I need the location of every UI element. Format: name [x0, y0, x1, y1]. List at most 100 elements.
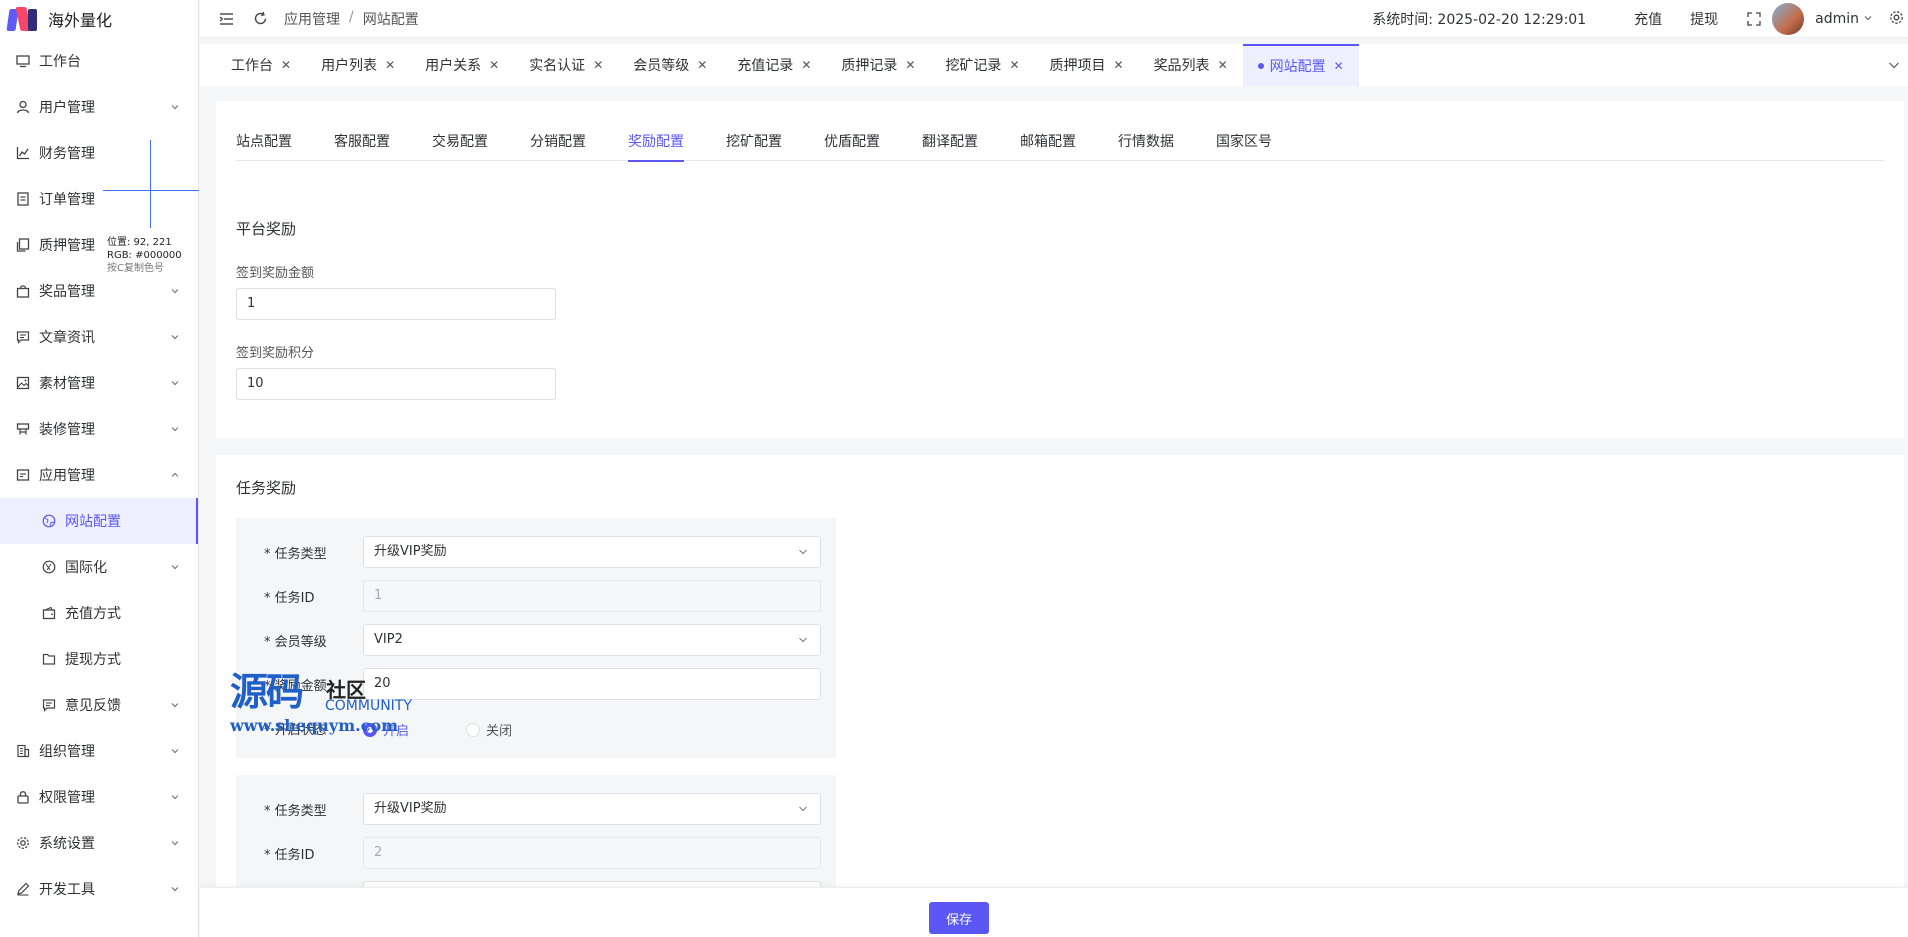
close-icon[interactable]: ✕ [385, 58, 395, 72]
sidebar-item-feedback[interactable]: 意见反馈 [0, 682, 198, 728]
task-type-select[interactable]: 升级VIP奖励 [363, 536, 821, 568]
menu-fold-icon[interactable] [218, 11, 234, 27]
save-button[interactable]: 保存 [929, 902, 989, 934]
tab-member-levels[interactable]: 会员等级 ✕ [618, 44, 722, 86]
signin-points-input[interactable]: 10 [236, 368, 556, 400]
sidebar-item-app-management[interactable]: 应用管理 [0, 452, 198, 498]
close-icon[interactable]: ✕ [1218, 58, 1228, 72]
chevron-down-icon[interactable] [1863, 13, 1873, 26]
subtab-email-config[interactable]: 邮箱配置 [1020, 131, 1076, 161]
sidebar-item-system-settings[interactable]: 系统设置 [0, 820, 198, 866]
sidebar-item-label: 财务管理 [39, 146, 95, 162]
refresh-icon[interactable] [252, 11, 268, 27]
member-level-select[interactable]: VIP2 [363, 624, 821, 656]
chart-icon [16, 146, 30, 160]
subtab-translation-config[interactable]: 翻译配置 [922, 131, 978, 161]
sidebar-item-recharge-methods[interactable]: 充值方式 [0, 590, 198, 636]
wallet-icon [42, 606, 56, 620]
close-icon[interactable]: ✕ [697, 58, 707, 72]
sidebar-item-decoration[interactable]: 装修管理 [0, 406, 198, 452]
close-icon[interactable]: ✕ [801, 58, 811, 72]
section-title-platform-reward: 平台奖励 [236, 220, 297, 238]
tab-mining-records[interactable]: 挖矿记录 ✕ [930, 44, 1034, 86]
tab-staking-records[interactable]: 质押记录 ✕ [826, 44, 930, 86]
username[interactable]: admin [1815, 11, 1859, 27]
sidebar-item-website-config[interactable]: 网站配置 [0, 498, 198, 544]
tab-workbench[interactable]: 工作台 ✕ [216, 44, 306, 86]
task-id-row: * 任务ID 1 [236, 580, 836, 612]
withdraw-link[interactable]: 提现 [1690, 9, 1718, 29]
chevron-down-icon [170, 424, 180, 434]
sidebar-item-label: 权限管理 [39, 790, 95, 806]
tabs-more-chevron-icon[interactable] [1880, 44, 1908, 86]
app-logo[interactable]: 海外量化 [0, 0, 198, 38]
pen-icon [16, 882, 30, 896]
close-icon[interactable]: ✕ [1334, 59, 1344, 73]
close-icon[interactable]: ✕ [1009, 58, 1019, 72]
subtab-trade-config[interactable]: 交易配置 [432, 131, 488, 161]
sidebar-item-workbench[interactable]: 工作台 [0, 38, 198, 84]
close-icon[interactable]: ✕ [593, 58, 603, 72]
close-icon[interactable]: ✕ [489, 58, 499, 72]
avatar[interactable] [1772, 3, 1805, 35]
sidebar-item-materials[interactable]: 素材管理 [0, 360, 198, 406]
tab-user-list[interactable]: 用户列表 ✕ [306, 44, 410, 86]
settings-gear-icon[interactable] [1889, 10, 1904, 29]
status-off-radio[interactable]: 关闭 [466, 720, 512, 739]
sidebar-item-withdraw-methods[interactable]: 提现方式 [0, 636, 198, 682]
fullscreen-icon[interactable] [1746, 11, 1762, 27]
breadcrumb-item[interactable]: 应用管理 [284, 9, 340, 29]
close-icon[interactable]: ✕ [281, 58, 291, 72]
sidebar-item-organization[interactable]: 组织管理 [0, 728, 198, 774]
subtab-reward-config[interactable]: 奖励配置 [628, 131, 684, 162]
radio-unchecked-icon [466, 722, 480, 737]
subtab-site-config[interactable]: 站点配置 [236, 131, 292, 161]
tab-user-relations[interactable]: 用户关系 ✕ [410, 44, 514, 86]
subtab-udun-config[interactable]: 优盾配置 [824, 131, 880, 161]
sidebar-item-articles[interactable]: 文章资讯 [0, 314, 198, 360]
subtab-service-config[interactable]: 客服配置 [334, 131, 390, 161]
chevron-down-icon [170, 838, 180, 848]
recharge-link[interactable]: 充值 [1634, 9, 1662, 29]
subtab-distribution-config[interactable]: 分销配置 [530, 131, 586, 161]
task-id-row: * 任务ID 2 [236, 837, 836, 869]
chevron-down-icon [170, 102, 180, 112]
sidebar-item-finance[interactable]: 财务管理 [0, 130, 198, 176]
subtab-mining-config[interactable]: 挖矿配置 [726, 131, 782, 161]
sidebar-item-label: 工作台 [39, 54, 81, 70]
header-right: 系统时间: 2025-02-20 12:29:01 充值 提现 admin [1372, 0, 1908, 38]
tab-recharge-records[interactable]: 充值记录 ✕ [722, 44, 826, 86]
sidebar-item-label: 充值方式 [65, 606, 121, 622]
subtab-market-data[interactable]: 行情数据 [1118, 131, 1174, 161]
tab-staking-projects[interactable]: 质押项目 ✕ [1035, 44, 1139, 86]
copy-icon [16, 238, 30, 252]
close-icon[interactable]: ✕ [1114, 58, 1124, 72]
watermark: 源码 社区 COMMUNITY www.shequym.com [230, 672, 450, 742]
tab-website-config[interactable]: 网站配置 ✕ [1242, 44, 1359, 86]
sidebar-item-label: 系统设置 [39, 836, 95, 852]
sidebar-item-label: 素材管理 [39, 376, 95, 392]
sidebar-item-dev-tools[interactable]: 开发工具 [0, 866, 198, 912]
chevron-down-icon [170, 286, 180, 296]
sidebar-item-label: 订单管理 [39, 192, 95, 208]
sidebar-item-orders[interactable]: 订单管理 [0, 176, 198, 222]
close-icon[interactable]: ✕ [905, 58, 915, 72]
signin-amount-input[interactable]: 1 [236, 288, 556, 320]
sidebar-item-i18n[interactable]: 国际化 [0, 544, 198, 590]
sidebar-item-user-management[interactable]: 用户管理 [0, 84, 198, 130]
breadcrumb: 应用管理 / 网站配置 [284, 9, 419, 29]
section-title-task-reward: 任务奖励 [236, 479, 297, 497]
task-type-select[interactable]: 升级VIP奖励 [363, 793, 821, 825]
tab-kyc[interactable]: 实名认证 ✕ [514, 44, 618, 86]
logo-icon [6, 7, 38, 31]
sidebar-item-label: 国际化 [65, 560, 107, 576]
signin-amount-label: 签到奖励金额 [236, 266, 315, 281]
member-level-label: * 会员等级 [264, 635, 327, 650]
tab-prize-list[interactable]: 奖品列表 ✕ [1139, 44, 1243, 86]
sidebar-item-permissions[interactable]: 权限管理 [0, 774, 198, 820]
color-picker-crosshair-vertical [150, 140, 151, 228]
member-level-row: * 会员等级 VIP2 [236, 624, 836, 656]
tab-label: 质押项目 [1049, 58, 1106, 74]
subtab-country-codes[interactable]: 国家区号 [1216, 131, 1272, 161]
tab-label: 充值记录 [737, 58, 794, 74]
